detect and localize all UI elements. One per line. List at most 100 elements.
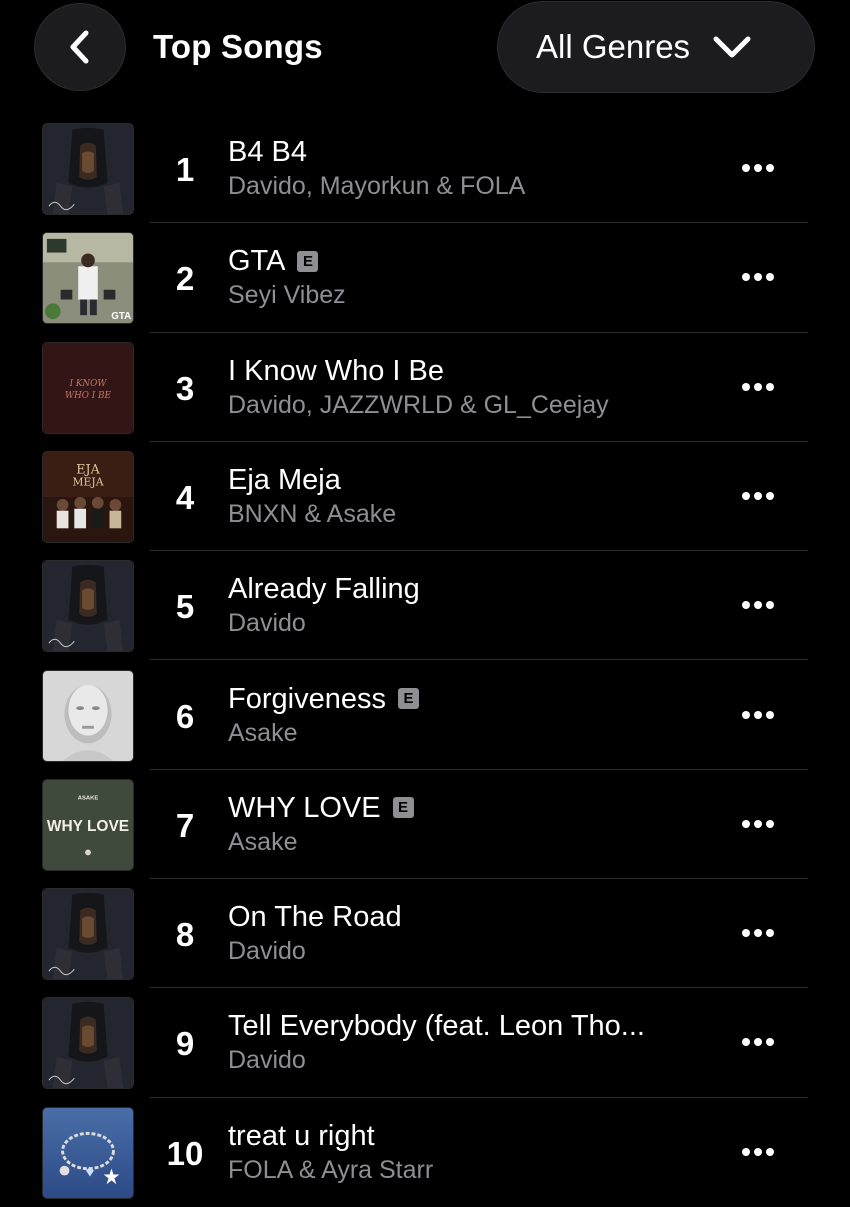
song-title: I Know Who I Be <box>228 354 444 387</box>
ellipsis-icon <box>742 710 774 719</box>
song-meta: Tell Everybody (feat. Leon Tho... Davido <box>228 1008 718 1075</box>
song-row[interactable]: 5 Already Falling Davido <box>0 551 850 661</box>
song-rank: 6 <box>175 697 195 735</box>
song-artist: Davido, Mayorkun & FOLA <box>228 172 526 200</box>
song-artist: Asake <box>228 827 298 856</box>
album-art <box>42 1106 134 1199</box>
more-options-button[interactable] <box>732 369 784 405</box>
ellipsis-icon <box>742 601 774 610</box>
more-options-button[interactable] <box>732 1024 784 1060</box>
song-artist: FOLA & Ayra Starr <box>228 1155 434 1184</box>
more-options-button[interactable] <box>732 150 784 186</box>
song-rank: 2 <box>175 260 195 298</box>
ellipsis-icon <box>742 819 774 828</box>
song-meta: Eja Meja BNXN & Asake <box>228 462 718 529</box>
song-meta: WHY LOVE E Asake <box>228 790 718 857</box>
song-rank: 10 <box>166 1134 204 1172</box>
song-rank: 3 <box>175 369 195 407</box>
ellipsis-icon <box>742 1038 774 1047</box>
chevron-left-icon <box>65 29 95 65</box>
chevron-down-icon <box>712 34 752 60</box>
song-title: treat u right <box>228 1119 375 1152</box>
album-art: I KNOW WHO I BE <box>42 341 134 434</box>
song-title-line: I Know Who I Be <box>228 353 718 389</box>
song-row[interactable]: GTA 2 GTA E Seyi Vibez <box>0 223 850 333</box>
more-options-button[interactable] <box>732 806 784 842</box>
song-title-line: Eja Meja <box>228 462 718 498</box>
explicit-badge: E <box>392 797 414 819</box>
song-title-line: Tell Everybody (feat. Leon Tho... <box>228 1008 718 1044</box>
song-title-line: B4 B4 <box>228 134 718 170</box>
album-art: EJA MEJA <box>42 450 134 543</box>
album-art <box>42 123 134 215</box>
more-options-button[interactable] <box>732 1134 784 1170</box>
ellipsis-icon <box>742 1147 774 1156</box>
song-rank: 7 <box>175 806 195 844</box>
song-title-line: GTA E <box>228 243 718 279</box>
song-artist: BNXN & Asake <box>228 499 397 528</box>
album-art <box>42 560 134 653</box>
song-row[interactable]: 1 B4 B4 Davido, Mayorkun & FOLA <box>0 114 850 224</box>
song-row[interactable]: 9 Tell Everybody (feat. Leon Tho... Davido <box>0 988 850 1098</box>
song-title: Eja Meja <box>228 463 341 496</box>
more-options-button[interactable] <box>732 259 784 295</box>
song-title: WHY LOVE <box>228 791 381 824</box>
more-options-button[interactable] <box>732 478 784 514</box>
album-art: GTA <box>42 232 134 325</box>
ellipsis-icon <box>742 929 774 938</box>
svg-text:I KNOW: I KNOW <box>69 379 108 389</box>
song-meta: Already Falling Davido <box>228 571 718 638</box>
ellipsis-icon <box>742 382 774 391</box>
album-art <box>42 888 134 981</box>
svg-text:EJA: EJA <box>76 461 100 476</box>
svg-text:ASAKE: ASAKE <box>78 795 99 801</box>
svg-text:WHO I BE: WHO I BE <box>65 390 111 400</box>
more-options-button[interactable] <box>732 915 784 951</box>
song-rank: 8 <box>175 916 195 954</box>
page-title: Top Songs <box>153 28 323 65</box>
song-rank: 4 <box>175 478 195 516</box>
song-row[interactable]: ASAKE WHY LOVE 7 WHY LOVE E Asake <box>0 770 850 880</box>
ellipsis-icon <box>742 491 774 500</box>
song-title: On The Road <box>228 901 402 934</box>
song-meta: On The Road Davido <box>228 899 718 966</box>
back-button[interactable] <box>34 3 126 91</box>
genre-filter-button[interactable]: All Genres <box>497 1 815 93</box>
song-artist: Davido <box>228 1046 306 1075</box>
album-art: ASAKE WHY LOVE <box>42 778 134 871</box>
song-meta: Forgiveness E Asake <box>228 681 718 748</box>
song-title-line: treat u right <box>228 1118 718 1154</box>
explicit-badge: E <box>397 688 419 709</box>
ellipsis-icon <box>742 164 774 172</box>
song-meta: B4 B4 Davido, Mayorkun & FOLA <box>228 134 718 201</box>
header: Top Songs All Genres <box>0 0 850 110</box>
song-row[interactable]: EJA MEJA 4 Eja Meja BNXN & Asake <box>0 442 850 552</box>
song-artist: Davido <box>228 937 306 966</box>
song-artist: Davido <box>228 609 306 638</box>
song-title-line: WHY LOVE E <box>228 790 718 826</box>
song-row[interactable]: 8 On The Road Davido <box>0 879 850 989</box>
song-row[interactable]: 10 treat u right FOLA & Ayra Starr <box>0 1098 850 1207</box>
svg-text:GTA: GTA <box>111 311 131 322</box>
more-options-button[interactable] <box>732 587 784 623</box>
song-title: Already Falling <box>228 573 420 606</box>
svg-text:WHY LOVE: WHY LOVE <box>47 818 129 835</box>
song-meta: GTA E Seyi Vibez <box>228 243 718 310</box>
song-row[interactable]: I KNOW WHO I BE 3 I Know Who I Be Davido, JA… <box>0 333 850 442</box>
song-title: B4 B4 <box>228 136 307 168</box>
song-title-line: Already Falling <box>228 571 718 607</box>
song-artist: Davido, JAZZWRLD & GL_Ceejay <box>228 390 609 419</box>
song-rank: 5 <box>175 588 195 626</box>
song-title: Tell Everybody (feat. Leon Tho... <box>228 1010 645 1043</box>
song-title: Forgiveness <box>228 682 386 715</box>
song-title: GTA <box>228 245 286 278</box>
song-title-line: On The Road <box>228 899 718 935</box>
genre-filter-label: All Genres <box>536 28 691 65</box>
more-options-button[interactable] <box>732 697 784 733</box>
song-meta: treat u right FOLA & Ayra Starr <box>228 1118 718 1185</box>
svg-text:MEJA: MEJA <box>73 475 104 488</box>
song-meta: I Know Who I Be Davido, JAZZWRLD & GL_Cee… <box>228 353 718 420</box>
song-rank: 1 <box>175 151 195 188</box>
song-title-line: Forgiveness E <box>228 681 718 717</box>
song-row[interactable]: 6 Forgiveness E Asake <box>0 661 850 770</box>
